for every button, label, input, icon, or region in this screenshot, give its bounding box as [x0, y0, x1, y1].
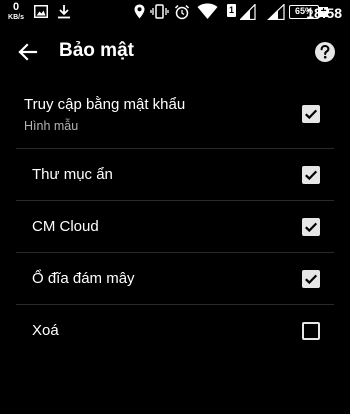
setting-title: CM Cloud: [32, 218, 99, 235]
setting-cm-cloud[interactable]: CM Cloud: [0, 201, 350, 253]
checkmark-icon: [305, 222, 318, 233]
help-button[interactable]: [312, 39, 338, 65]
setting-title: Xoá: [32, 322, 59, 339]
network-speed-unit: KB/s: [8, 14, 24, 21]
status-bar: 0 KB/s 1 65% + 18:58: [0, 0, 350, 26]
page-title: Bảo mật: [59, 40, 134, 61]
signal-icon: [240, 4, 256, 20]
image-icon: [34, 5, 48, 18]
checkmark-icon: [305, 170, 318, 181]
network-speed-indicator: 0 KB/s: [6, 1, 26, 22]
setting-subtitle: Hình mẫu: [24, 119, 79, 133]
setting-password-access[interactable]: Truy cập bằng mật khẩu Hình mẫu: [0, 84, 350, 149]
setting-title: Thư mục ẩn: [32, 166, 113, 183]
checkbox-checked[interactable]: [302, 218, 320, 236]
wifi-icon: [197, 3, 218, 19]
checkmark-icon: [305, 109, 318, 120]
checkbox-checked[interactable]: [302, 105, 320, 123]
clock: 18:58: [306, 5, 342, 21]
setting-hidden-folder[interactable]: Thư mục ẩn: [0, 149, 350, 201]
vibrate-icon: [150, 4, 169, 19]
checkbox-unchecked[interactable]: [302, 322, 320, 340]
app-toolbar: Bảo mật: [0, 26, 350, 78]
network-speed-value: 0: [12, 1, 20, 13]
checkbox-checked[interactable]: [302, 166, 320, 184]
location-icon: [134, 4, 145, 19]
signal-icon: [267, 4, 285, 20]
back-button[interactable]: [10, 34, 46, 70]
checkmark-icon: [305, 274, 318, 285]
checkbox-checked[interactable]: [302, 270, 320, 288]
arrow-back-icon: [18, 43, 38, 61]
setting-title: Truy cập bằng mật khẩu: [24, 96, 186, 113]
download-icon: [58, 5, 70, 19]
help-icon: [315, 42, 335, 62]
alarm-icon: [174, 4, 190, 20]
security-settings-list: Truy cập bằng mật khẩu Hình mẫu Thư mục …: [0, 84, 350, 357]
setting-title: Ổ đĩa đám mây: [32, 270, 135, 287]
sim-indicator: 1: [227, 4, 236, 17]
setting-delete[interactable]: Xoá: [0, 305, 350, 357]
setting-cloud-drive[interactable]: Ổ đĩa đám mây: [0, 253, 350, 305]
